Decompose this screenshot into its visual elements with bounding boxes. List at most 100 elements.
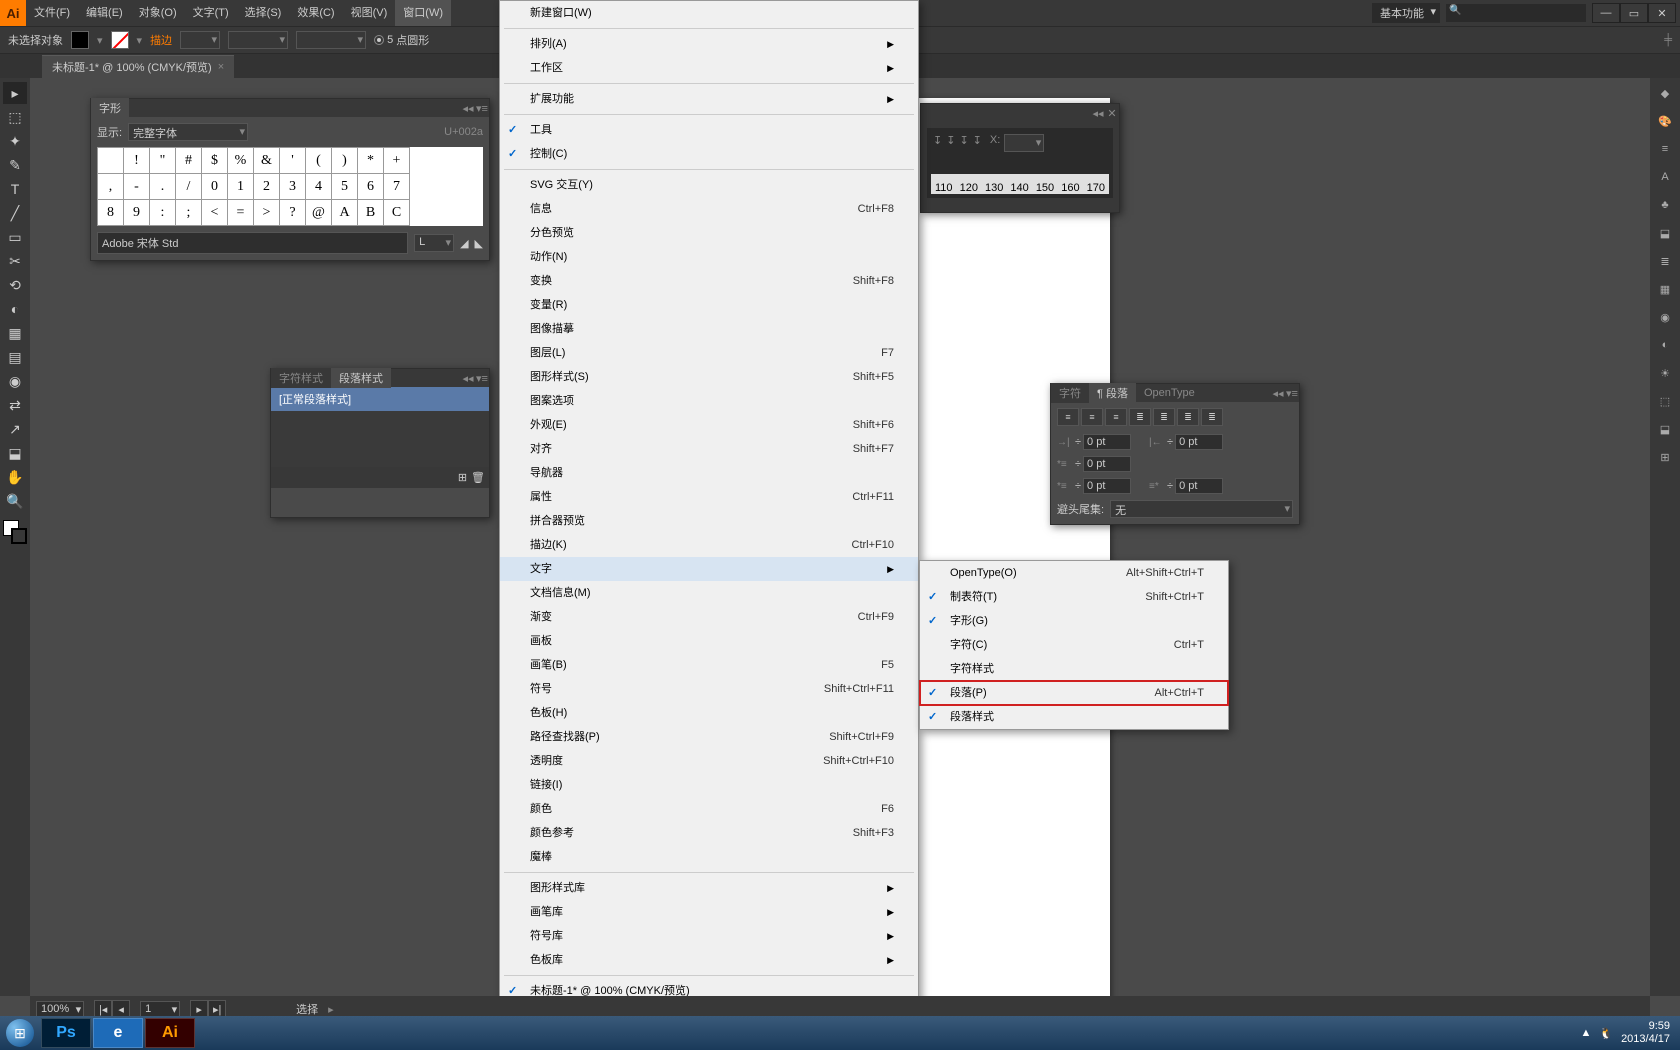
styles-list[interactable]: [正常段落样式] [271, 387, 489, 467]
menu-item[interactable]: 字符(C)Ctrl+T [920, 633, 1228, 657]
taskbar-app[interactable]: Ai [145, 1018, 195, 1048]
justify-all[interactable]: ≣ [1201, 408, 1223, 426]
taskbar-app[interactable]: Ps [41, 1018, 91, 1048]
tool-16[interactable]: ✋ [3, 466, 27, 488]
panel-icon-5[interactable]: ⬓ [1653, 222, 1677, 244]
menu-效果(C)[interactable]: 效果(C) [289, 0, 342, 26]
glyph-cell[interactable]: & [254, 148, 280, 174]
paragraph-styles-panel[interactable]: 字符样式 段落样式 ◂◂▾≡ [正常段落样式] ⊞ 🗑 [270, 368, 490, 518]
glyph-cell[interactable]: < [202, 200, 228, 226]
tool-12[interactable]: ◉ [3, 370, 27, 392]
tabs-ruler-panel[interactable]: ◂◂✕ ↧↧↧↧ X: 110120130140150160170 [920, 103, 1120, 213]
glyph-cell[interactable]: 1 [228, 174, 254, 200]
glyph-cell[interactable]: # [176, 148, 202, 174]
window-menu[interactable]: 新建窗口(W)排列(A)▶工作区▶扩展功能▶✓工具✓控制(C)SVG 交互(Y)… [499, 0, 919, 1004]
menu-item[interactable]: 画笔(B)F5 [500, 653, 918, 677]
menu-选择(S)[interactable]: 选择(S) [237, 0, 290, 26]
glyph-cell[interactable]: ; [176, 200, 202, 226]
panel-icon-3[interactable]: A [1653, 166, 1677, 188]
window-maximize[interactable]: ▭ [1620, 3, 1648, 23]
tool-15[interactable]: ⬓ [3, 442, 27, 464]
style-item[interactable]: [正常段落样式] [271, 387, 489, 411]
panel-icon-7[interactable]: ▦ [1653, 278, 1677, 300]
tool-9[interactable]: ◐ [3, 298, 27, 320]
justify-left[interactable]: ≣ [1129, 408, 1151, 426]
tool-10[interactable]: ▦ [3, 322, 27, 344]
start-button[interactable]: ⊞ [0, 1016, 40, 1050]
panel-collapse-icon[interactable]: ◂◂ [1271, 387, 1285, 400]
glyph-cell[interactable]: . [150, 174, 176, 200]
fill-stroke-control[interactable] [3, 520, 27, 544]
glyph-cell[interactable]: 3 [280, 174, 306, 200]
glyph-cell[interactable]: ' [280, 148, 306, 174]
window-minimize[interactable]: — [1592, 3, 1620, 23]
glyph-cell[interactable]: ! [124, 148, 150, 174]
space-after[interactable] [1175, 478, 1223, 494]
glyphs-tab[interactable]: 字形 [91, 98, 129, 118]
menu-item[interactable]: 新建窗口(W) [500, 1, 918, 25]
menu-item[interactable]: 图像描摹 [500, 317, 918, 341]
menu-item[interactable]: 变换Shift+F8 [500, 269, 918, 293]
taskbar-app[interactable]: e [93, 1018, 143, 1048]
paragraph-panel[interactable]: 字符 ¶ 段落 OpenType ◂◂▾≡ ≡ ≡ ≡ ≣ ≣ ≣ ≣ →|÷ … [1050, 383, 1300, 525]
menu-item[interactable]: 颜色F6 [500, 797, 918, 821]
tool-3[interactable]: ✎ [3, 154, 27, 176]
menu-item[interactable]: 图案选项 [500, 389, 918, 413]
menu-item[interactable]: 画笔库▶ [500, 900, 918, 924]
stroke-profile[interactable] [228, 31, 288, 49]
menu-item[interactable]: 色板(H) [500, 701, 918, 725]
menu-item[interactable]: 拼合器预览 [500, 509, 918, 533]
window-close[interactable]: ✕ [1648, 3, 1676, 23]
glyph-cell[interactable]: $ [202, 148, 228, 174]
menu-item[interactable]: 色板库▶ [500, 948, 918, 972]
tray-icon[interactable]: ▲ [1580, 1027, 1591, 1039]
document-tab[interactable]: 未标题-1* @ 100% (CMYK/预览) × [42, 55, 234, 78]
menu-窗口(W)[interactable]: 窗口(W) [395, 0, 451, 26]
menu-item[interactable]: 透明度Shift+Ctrl+F10 [500, 749, 918, 773]
panel-collapse-icon[interactable]: ◂◂ [461, 102, 475, 115]
tool-8[interactable]: ⟲ [3, 274, 27, 296]
tool-5[interactable]: ╱ [3, 202, 27, 224]
panel-icon-9[interactable]: ◐ [1653, 334, 1677, 356]
tool-11[interactable]: ▤ [3, 346, 27, 368]
tab-ruler[interactable]: ↧↧↧↧ X: 110120130140150160170 [927, 128, 1113, 198]
glyph-cell[interactable]: * [358, 148, 384, 174]
panel-collapse-icon[interactable]: ◂◂ [461, 372, 475, 385]
menu-item[interactable]: 图形样式(S)Shift+F5 [500, 365, 918, 389]
menu-item[interactable]: 导航器 [500, 461, 918, 485]
glyphs-panel[interactable]: 字形 ◂◂▾≡ 显示: 完整字体 U+002a !"#$%&'()*+,-./0… [90, 98, 490, 261]
glyph-cell[interactable]: % [228, 148, 254, 174]
glyph-cell[interactable]: " [150, 148, 176, 174]
panel-icon-8[interactable]: ◉ [1653, 306, 1677, 328]
menu-item[interactable]: 链接(I) [500, 773, 918, 797]
tool-6[interactable]: ▭ [3, 226, 27, 248]
stroke-swatch[interactable] [111, 31, 129, 49]
tool-2[interactable]: ✦ [3, 130, 27, 152]
glyph-cell[interactable]: : [150, 200, 176, 226]
workspace-switcher[interactable]: 基本功能 [1372, 3, 1440, 23]
glyph-cell[interactable]: 6 [358, 174, 384, 200]
menu-item[interactable]: 魔棒 [500, 845, 918, 869]
text-submenu[interactable]: OpenType(O)Alt+Shift+Ctrl+T✓制表符(T)Shift+… [919, 560, 1229, 730]
panel-icon-6[interactable]: ≣ [1653, 250, 1677, 272]
char-styles-tab[interactable]: 字符样式 [271, 368, 331, 388]
menu-item[interactable]: 变量(R) [500, 293, 918, 317]
panel-icon-12[interactable]: ⬓ [1653, 418, 1677, 440]
menu-item[interactable]: 扩展功能▶ [500, 87, 918, 111]
indent-right[interactable] [1175, 434, 1223, 450]
tray-qq-icon[interactable]: 🐧 [1599, 1027, 1613, 1040]
menu-item[interactable]: ✓字形(G) [920, 609, 1228, 633]
brush-def[interactable] [296, 31, 366, 49]
justify-right[interactable]: ≣ [1177, 408, 1199, 426]
menu-item[interactable]: 图形样式库▶ [500, 876, 918, 900]
para-styles-tab[interactable]: 段落样式 [331, 368, 391, 388]
glyph-cell[interactable]: ? [280, 200, 306, 226]
panel-menu-icon[interactable]: ▾≡ [475, 102, 489, 115]
menu-item[interactable]: 文档信息(M) [500, 581, 918, 605]
space-before[interactable] [1083, 478, 1131, 494]
fill-swatch[interactable] [71, 31, 89, 49]
menu-item[interactable]: 符号Shift+Ctrl+F11 [500, 677, 918, 701]
character-tab[interactable]: 字符 [1051, 383, 1089, 403]
menu-item[interactable]: 外观(E)Shift+F6 [500, 413, 918, 437]
menu-文字(T)[interactable]: 文字(T) [185, 0, 237, 26]
